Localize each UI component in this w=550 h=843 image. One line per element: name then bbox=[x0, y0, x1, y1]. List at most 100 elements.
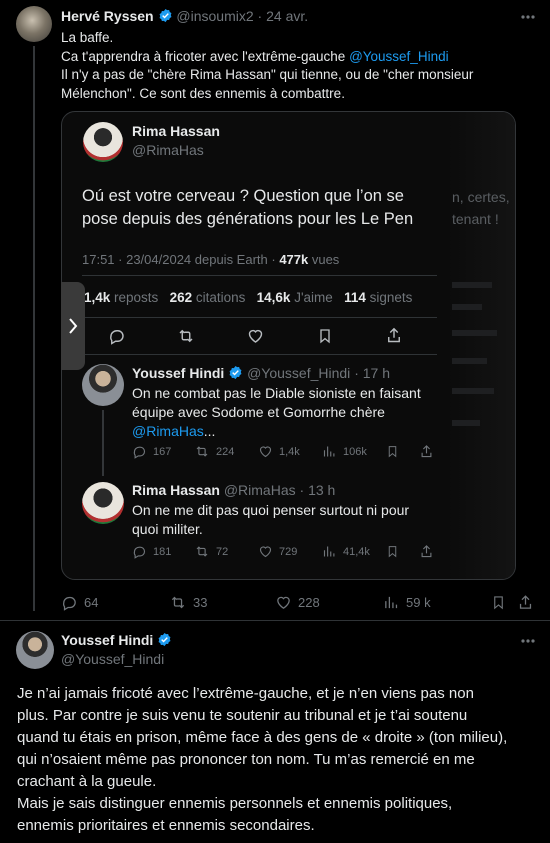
embed-text: Oú est votre cerveau ? Question que l’on… bbox=[82, 185, 413, 231]
text-line: Il n'y a pas de "chère Rima Hassan" qui … bbox=[61, 67, 474, 82]
tweet-header: Hervé Ryssen @insoumix2 · 24 avr. bbox=[61, 8, 308, 24]
count-reposts[interactable]: 1,4k reposts bbox=[84, 290, 158, 305]
like-count: 1,4k bbox=[279, 445, 300, 458]
avatar-youssef[interactable] bbox=[82, 364, 124, 406]
count-num: 114 bbox=[344, 290, 366, 305]
mention-link[interactable]: @RimaHas bbox=[132, 423, 204, 439]
avatar-herve[interactable] bbox=[16, 6, 52, 42]
text-line: Mélenchon". Ce sont des ennemis à combat… bbox=[61, 85, 345, 101]
text-line: On ne combat pas le Diable sioniste en f… bbox=[132, 385, 421, 401]
count-label: J'aime bbox=[290, 290, 333, 305]
bg-line: n, certes, bbox=[452, 189, 510, 205]
reply-actions: 181 72 729 41,4k bbox=[132, 544, 452, 560]
bookmark-button[interactable] bbox=[386, 444, 399, 459]
embed-timestamp[interactable]: 17:51 · 23/04/2024 depuis Earth · 477k v… bbox=[82, 252, 339, 267]
tweet-text: La baffe. Ca t'apprendra à fricoter avec… bbox=[61, 29, 541, 103]
mention-link[interactable]: @Youssef_Hindi bbox=[349, 49, 449, 64]
like-button[interactable]: 228 bbox=[275, 594, 320, 611]
retweet-button[interactable]: 72 bbox=[194, 544, 228, 559]
avatar-rima-reply[interactable] bbox=[82, 482, 124, 524]
chevron-right-icon bbox=[69, 318, 78, 334]
reply-button[interactable]: 64 bbox=[61, 594, 98, 611]
reply-time[interactable]: 13 h bbox=[308, 482, 335, 498]
reply-count: 181 bbox=[153, 545, 172, 558]
verified-icon bbox=[158, 8, 173, 23]
reply-header: Youssef Hindi @Youssef_Hindi · 17 h bbox=[132, 365, 390, 381]
avatar-youssef-main[interactable] bbox=[16, 631, 54, 669]
author-handle[interactable]: @Youssef_Hindi bbox=[61, 651, 164, 667]
like-icon[interactable] bbox=[246, 327, 265, 345]
reply-time[interactable]: 17 h bbox=[363, 365, 390, 381]
thread-line bbox=[33, 46, 35, 611]
reply-icon[interactable] bbox=[108, 327, 126, 345]
tweet-text: Je n’ai jamais fricoté avec l’extrême-ga… bbox=[17, 683, 542, 837]
share-button[interactable] bbox=[419, 444, 434, 459]
reply-author-handle[interactable]: @Youssef_Hindi bbox=[247, 365, 350, 381]
text-line: crachant à la gueule. bbox=[17, 773, 157, 790]
bg-line: tenant ! bbox=[452, 211, 499, 227]
author-name[interactable]: Hervé Ryssen bbox=[61, 8, 154, 24]
carousel-next-tab[interactable] bbox=[61, 282, 85, 370]
retweet-count: 224 bbox=[216, 445, 235, 458]
share-button[interactable] bbox=[517, 594, 534, 611]
views-count: 59 k bbox=[406, 595, 431, 610]
tweet-date[interactable]: 24 avr. bbox=[266, 8, 308, 24]
retweet-count: 72 bbox=[216, 545, 229, 558]
separator: · bbox=[257, 8, 263, 24]
retweet-button[interactable]: 33 bbox=[169, 594, 207, 611]
reply-button[interactable]: 167 bbox=[132, 444, 171, 459]
reply-header: Rima Hassan @RimaHas · 13 h bbox=[132, 482, 335, 498]
tweet-divider bbox=[0, 620, 550, 621]
count-citations[interactable]: 262 citations bbox=[170, 290, 246, 305]
count-label: reposts bbox=[110, 290, 159, 305]
reply-text: On ne combat pas le Diable sioniste en f… bbox=[132, 384, 421, 441]
count-bookmarks[interactable]: 114 signets bbox=[344, 290, 412, 305]
text-span: Ca t'apprendra à fricoter avec l'extrême… bbox=[61, 48, 350, 64]
views-count: 41,4k bbox=[343, 545, 370, 558]
reply-button[interactable]: 181 bbox=[132, 544, 171, 559]
reply-actions: 167 224 1,4k 106k bbox=[132, 444, 452, 460]
author-handle[interactable]: @insoumix2 bbox=[176, 8, 253, 24]
background-lines bbox=[452, 272, 512, 552]
time-text: 17:51 · 23/04/2024 depuis Earth · bbox=[82, 252, 280, 267]
embed-author-name[interactable]: Rima Hassan bbox=[132, 123, 220, 139]
retweet-icon[interactable] bbox=[176, 327, 196, 345]
reply-author-name[interactable]: Youssef Hindi bbox=[132, 365, 224, 381]
background-text: n, certes, tenant ! bbox=[452, 186, 510, 230]
share-icon[interactable] bbox=[385, 326, 403, 345]
divider bbox=[82, 275, 437, 276]
like-count: 228 bbox=[298, 595, 320, 610]
bookmark-button[interactable] bbox=[386, 544, 399, 559]
like-button[interactable]: 729 bbox=[258, 544, 297, 559]
retweet-button[interactable]: 224 bbox=[194, 444, 234, 459]
avatar-rima[interactable] bbox=[83, 122, 123, 162]
embedded-thread-card[interactable]: n, certes, tenant ! Rima Hassan @RimaHas… bbox=[61, 111, 516, 580]
count-likes[interactable]: 14,6k J'aime bbox=[257, 290, 333, 305]
reply-author-handle[interactable]: @RimaHas bbox=[224, 482, 296, 498]
views-button[interactable]: 41,4k bbox=[322, 544, 370, 559]
views-count: 106k bbox=[343, 445, 367, 458]
more-icon[interactable] bbox=[520, 10, 536, 24]
text-line: La baffe. bbox=[61, 30, 114, 45]
count-num: 262 bbox=[169, 290, 193, 305]
text-line: pose depuis des générations pour les Le … bbox=[82, 210, 414, 228]
reply-count: 167 bbox=[153, 445, 172, 458]
bookmark-button[interactable] bbox=[491, 594, 506, 611]
embed-author-handle[interactable]: @RimaHas bbox=[132, 142, 204, 158]
share-button[interactable] bbox=[419, 544, 434, 559]
divider bbox=[82, 354, 437, 355]
reply-author-name[interactable]: Rima Hassan bbox=[132, 482, 220, 498]
views-label: vues bbox=[308, 252, 340, 267]
views-number: 477k bbox=[279, 252, 309, 267]
like-button[interactable]: 1,4k bbox=[258, 444, 300, 459]
tweet-header: Youssef Hindi bbox=[61, 632, 172, 648]
text-line: ennemis prioritaires et ennemis secondai… bbox=[17, 817, 315, 834]
bookmark-icon[interactable] bbox=[317, 327, 333, 345]
count-num: 1,4k bbox=[84, 290, 111, 305]
more-icon[interactable] bbox=[520, 634, 536, 648]
separator: · bbox=[354, 365, 359, 381]
author-name[interactable]: Youssef Hindi bbox=[61, 632, 153, 648]
views-button[interactable]: 59 k bbox=[383, 594, 431, 611]
verified-icon bbox=[228, 365, 243, 380]
views-button[interactable]: 106k bbox=[322, 444, 367, 459]
